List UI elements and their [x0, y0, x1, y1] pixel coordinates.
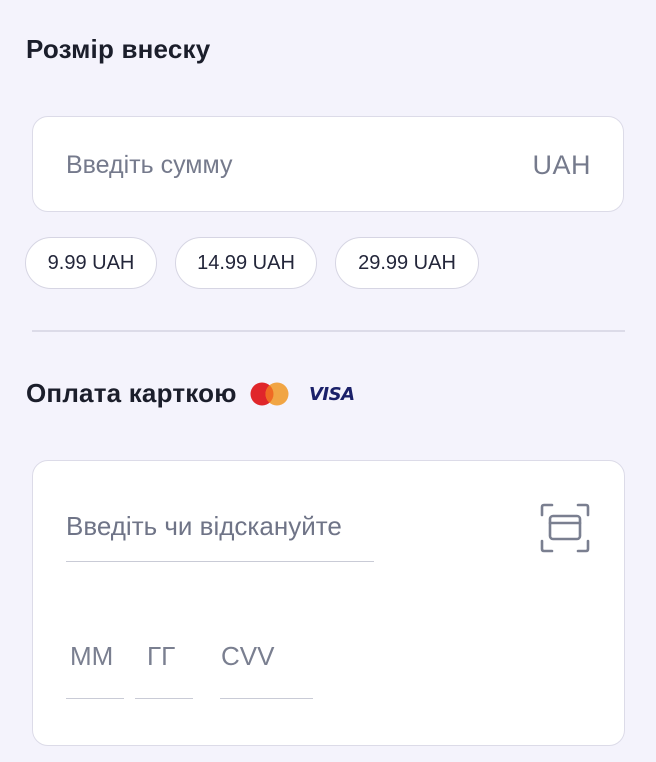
expiry-month-input[interactable]: ММ [66, 641, 124, 699]
card-section-title: Оплата карткою [26, 378, 237, 408]
amount-input[interactable]: Введіть сумму UAH [32, 116, 624, 212]
expiry-year-input[interactable]: ГГ [135, 641, 193, 699]
amount-presets: 9.99 UAH 14.99 UAH 29.99 UAH [25, 237, 479, 289]
scan-card-icon[interactable] [540, 503, 590, 553]
divider [32, 330, 625, 332]
preset-chip-9-99[interactable]: 9.99 UAH [25, 237, 157, 289]
card-form: Введіть чи відскануйте ММ ГГ CVV [32, 460, 625, 746]
amount-section-title: Розмір внеску [26, 34, 211, 64]
amount-placeholder: Введіть сумму [66, 151, 233, 179]
card-number-input[interactable]: Введіть чи відскануйте [66, 511, 374, 562]
amount-currency: UAH [532, 150, 591, 180]
visa-icon: VISA [309, 384, 355, 405]
preset-chip-14-99[interactable]: 14.99 UAH [175, 237, 317, 289]
preset-chip-29-99[interactable]: 29.99 UAH [335, 237, 479, 289]
cvv-input[interactable]: CVV [220, 641, 313, 699]
mastercard-icon [250, 382, 289, 406]
